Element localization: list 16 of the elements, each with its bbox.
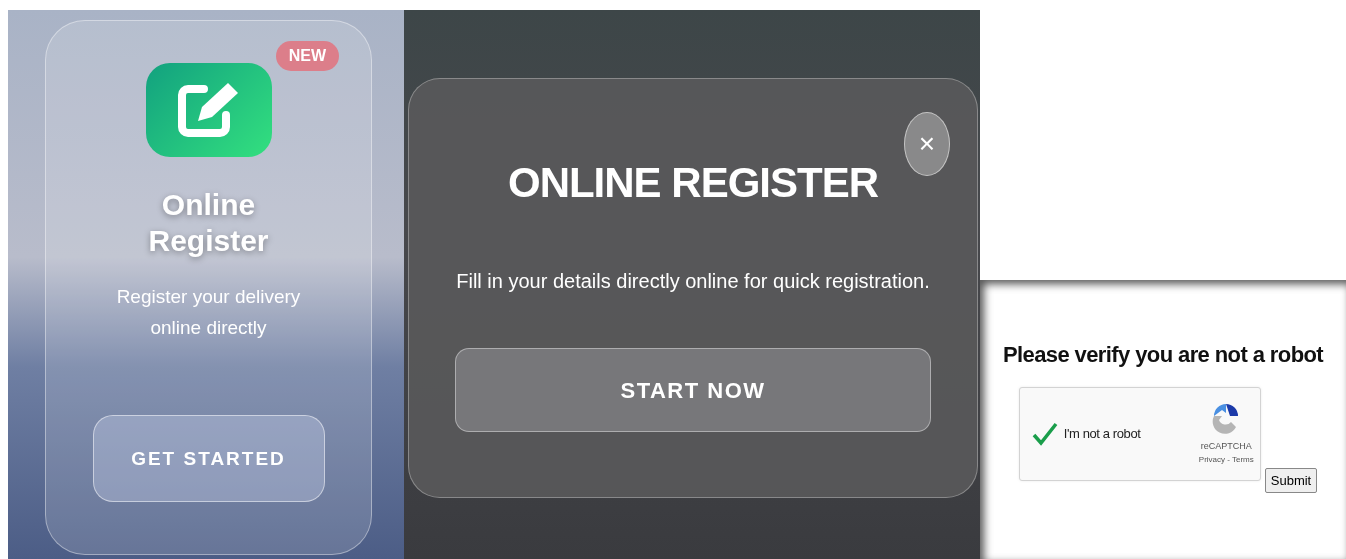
modal-title: ONLINE REGISTER (507, 158, 878, 208)
modal-text: Fill in your details directly online for quick registration. (456, 269, 930, 294)
checkmark-icon[interactable] (1031, 422, 1058, 446)
close-button[interactable]: × (904, 112, 950, 176)
card-title: Online Register (147, 187, 270, 259)
get-started-button[interactable]: GET STARTED (92, 415, 325, 502)
edit-icon (145, 63, 272, 157)
card-description: Register your delivery online directly (115, 285, 302, 340)
privacy-terms-links[interactable]: Privacy - Terms (1198, 453, 1254, 466)
submit-button[interactable]: Submit (1264, 467, 1318, 493)
captcha-label: I'm not a robot (1063, 425, 1142, 444)
new-badge: NEW (275, 41, 339, 71)
recaptcha-logo-icon (1212, 402, 1241, 435)
captcha-brand: reCAPTCHA (1200, 440, 1252, 454)
start-now-button[interactable]: START NOW (455, 348, 931, 432)
verify-heading: Please verify you are not a robot (1002, 341, 1324, 369)
